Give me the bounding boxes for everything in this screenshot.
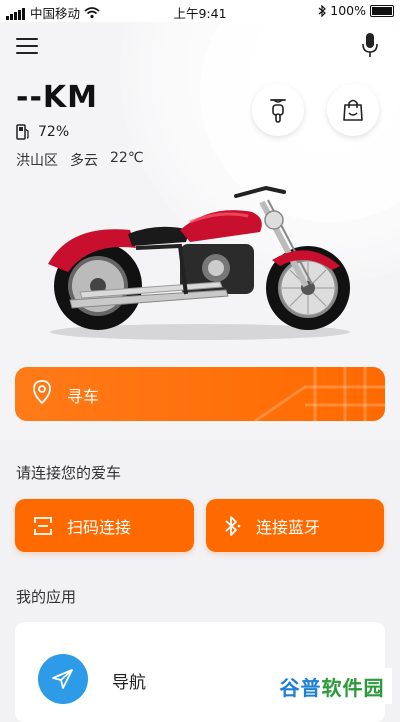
weather-info: 洪山区 多云 22℃ — [16, 150, 144, 170]
temperature-label: 22℃ — [110, 150, 144, 166]
bluetooth-status-icon — [318, 4, 327, 17]
scan-connect-button[interactable]: 扫码连接 — [15, 499, 194, 552]
apps-title: 我的应用 — [16, 588, 77, 606]
scooter-icon — [270, 99, 286, 123]
weather-label: 多云 — [70, 153, 98, 169]
bluetooth-icon — [225, 515, 241, 536]
fuel-icon — [16, 124, 29, 140]
connect-title: 请连接您的爱车 — [16, 464, 122, 482]
scan-connect-label: 扫码连接 — [67, 517, 132, 537]
find-car-button[interactable]: 寻车 — [15, 367, 385, 421]
microphone-icon[interactable] — [362, 32, 378, 58]
scan-icon — [34, 516, 52, 535]
location-pin-icon — [33, 380, 51, 404]
shopping-bag-icon — [343, 99, 363, 121]
paper-plane-icon[interactable] — [38, 654, 88, 704]
fuel-percent: 72% — [38, 124, 70, 140]
vehicle-button[interactable] — [252, 84, 304, 136]
battery-icon — [370, 4, 394, 17]
fuel-level: 72% — [16, 124, 69, 140]
motorcycle-image — [48, 186, 350, 340]
watermark-part1: 谷普 — [279, 675, 322, 700]
bluetooth-connect-label: 连接蓝牙 — [256, 517, 321, 537]
battery-percent: 100% — [330, 3, 366, 18]
watermark-part2: 软件园 — [321, 675, 385, 700]
watermark-logo: 谷普 软件园 — [272, 668, 392, 704]
status-bar: 中国移动 上午9:41 100% — [0, 0, 400, 22]
bluetooth-connect-button[interactable]: 连接蓝牙 — [206, 499, 384, 552]
app-item-navigation[interactable]: 导航 — [112, 668, 146, 693]
district-label: 洪山区 — [16, 153, 58, 169]
map-pattern — [254, 367, 385, 421]
status-right: 100% — [318, 3, 394, 18]
distance-value: --KM — [16, 80, 99, 115]
find-car-label: 寻车 — [67, 387, 100, 406]
menu-icon[interactable] — [16, 38, 38, 54]
shop-button[interactable] — [327, 84, 379, 136]
